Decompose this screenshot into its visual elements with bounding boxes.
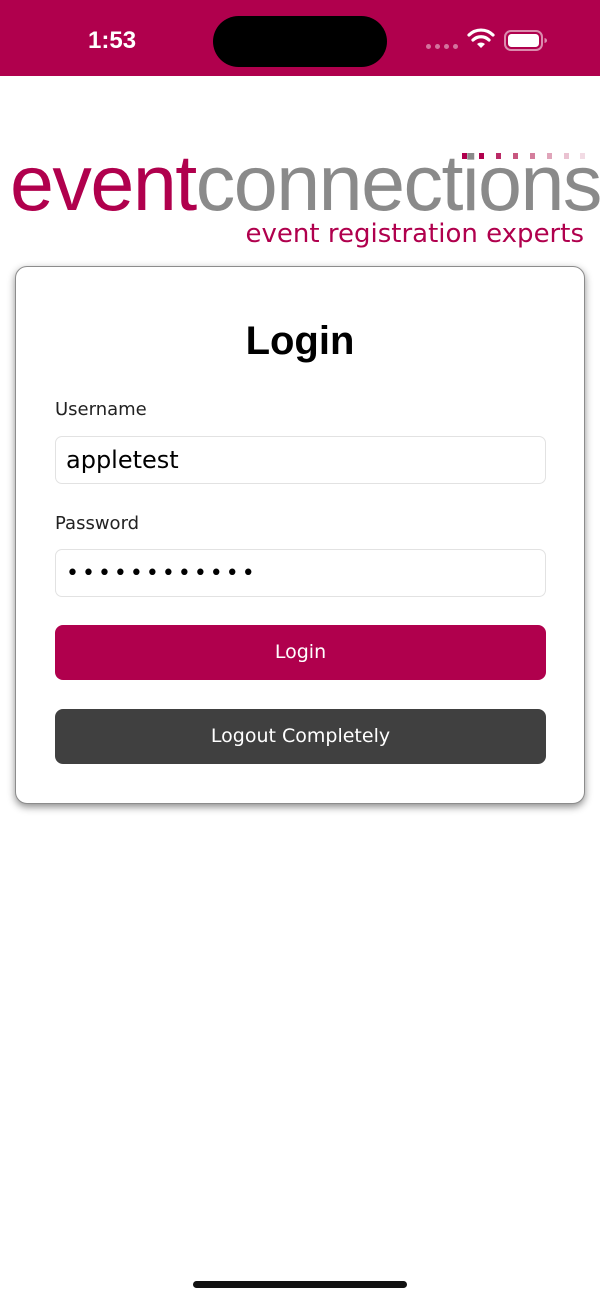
logout-completely-button[interactable]: Logout Completely (55, 709, 546, 764)
login-button[interactable]: Login (55, 625, 546, 680)
password-input[interactable] (55, 549, 546, 597)
battery-icon (504, 30, 547, 51)
logo-wordmark: eventconnections (10, 138, 600, 228)
logo-connections-text: connections (195, 138, 600, 227)
logo-tagline: event registration experts (245, 219, 584, 249)
cellular-signal-icon (426, 44, 458, 50)
event-connections-logo: eventconnections event registration expe… (10, 138, 600, 255)
login-title: Login (245, 319, 355, 363)
dynamic-island (213, 16, 387, 67)
password-label: Password (55, 513, 140, 534)
username-input[interactable] (55, 436, 546, 484)
login-card: Login Username Password Login Logout Com… (15, 266, 585, 804)
status-bar: 1:53 (0, 0, 600, 76)
logo-event-text: event (10, 138, 197, 227)
wifi-icon (467, 28, 495, 48)
status-time: 1:53 (88, 27, 137, 54)
home-indicator[interactable] (193, 1281, 407, 1288)
username-label: Username (55, 399, 147, 420)
